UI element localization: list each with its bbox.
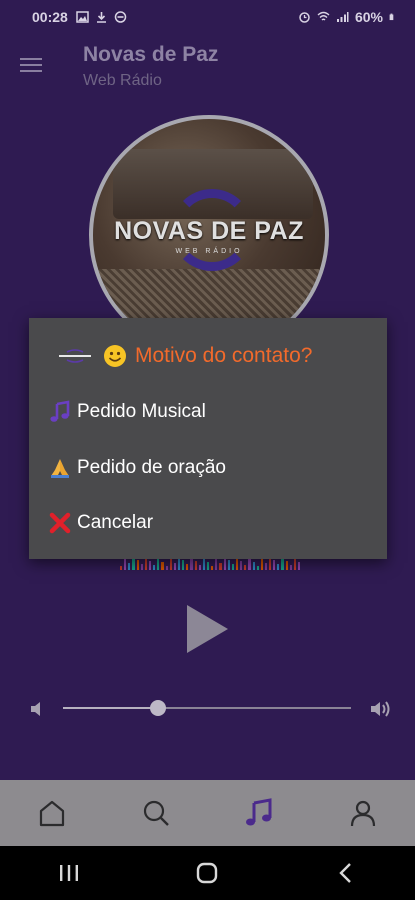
option-pedido-musical[interactable]: Pedido Musical <box>47 394 367 430</box>
nav-music[interactable] <box>208 780 312 846</box>
signal-icon <box>336 12 349 22</box>
app-screen: 00:28 60% Novas de Paz Web Rádio NOVAS D… <box>0 0 415 900</box>
visualizer-bar <box>194 561 197 570</box>
visualizer-bar <box>165 566 168 570</box>
wifi-icon <box>317 11 330 21</box>
smiley-icon <box>104 345 126 367</box>
alarm-icon <box>299 12 310 23</box>
battery-percent: 60% <box>354 9 383 25</box>
search-icon <box>143 800 169 826</box>
option-pedido-oracao[interactable]: Pedido de oração <box>47 450 367 486</box>
visualizer-bar <box>202 558 205 570</box>
system-navigation-bar <box>0 846 415 900</box>
visualizer-bar <box>273 560 276 570</box>
profile-icon <box>351 800 376 827</box>
gallery-icon <box>76 11 89 23</box>
visualizer-bar <box>215 559 218 570</box>
visualizer-bar <box>198 565 201 570</box>
back-button[interactable] <box>316 853 376 893</box>
visualizer-bar <box>277 564 280 570</box>
visualizer-bar <box>182 560 185 570</box>
red-x-icon <box>47 510 73 536</box>
option-label: Pedido de oração <box>77 457 226 478</box>
option-label: Pedido Musical <box>77 401 206 422</box>
visualizer-bar <box>128 563 131 570</box>
app-subtitle: Web Rádio <box>83 72 162 89</box>
visualizer-bar <box>173 563 176 570</box>
music-note-icon <box>47 399 73 425</box>
visualizer-bar <box>153 565 156 570</box>
status-bar: 00:28 60% <box>0 0 415 34</box>
visualizer-bar <box>231 564 234 570</box>
visualizer-bar <box>124 559 127 570</box>
visualizer-bar <box>211 566 214 570</box>
status-time: 00:28 <box>32 9 68 25</box>
music-icon <box>246 798 272 826</box>
visualizer-bar <box>256 566 259 570</box>
home-button[interactable] <box>177 853 237 893</box>
station-logo-icon <box>57 349 93 363</box>
visualizer-bar <box>289 565 292 570</box>
visualizer-bar <box>285 561 288 570</box>
volume-slider[interactable] <box>63 700 351 716</box>
dnd-icon <box>114 11 127 23</box>
app-title: Novas de Paz <box>83 43 219 66</box>
option-cancelar[interactable]: Cancelar <box>47 505 367 541</box>
visualizer-bar <box>186 564 189 570</box>
volume-slider-thumb[interactable] <box>150 700 167 716</box>
visualizer-bar <box>120 566 123 570</box>
recent-apps-icon <box>60 865 79 881</box>
volume-high-icon[interactable] <box>370 699 392 719</box>
battery-icon <box>389 13 394 21</box>
visualizer-bar <box>298 562 301 570</box>
cover-logo-text: NOVAS DE PAZ <box>114 217 304 245</box>
recent-apps-button[interactable] <box>39 853 99 893</box>
visualizer-bar <box>252 562 255 570</box>
contact-reason-dialog: Motivo do contato? Pedido Musical Pedido… <box>29 318 387 559</box>
visualizer-bar <box>264 563 268 570</box>
visualizer-bar <box>157 558 160 570</box>
visualizer-bar <box>240 561 243 570</box>
visualizer-bar <box>248 558 251 570</box>
play-button[interactable] <box>183 603 231 655</box>
visualizer-bar <box>227 560 230 570</box>
cover-logo-subtext: WEB RÁDIO <box>175 248 243 255</box>
visualizer-bar <box>169 559 172 570</box>
visualizer-bar <box>161 562 164 570</box>
download-icon <box>96 12 106 23</box>
back-icon <box>339 863 351 883</box>
visualizer-bar <box>136 560 139 570</box>
visualizer-bar <box>260 559 263 570</box>
bottom-navigation <box>0 780 415 846</box>
visualizer-bar <box>140 564 143 570</box>
home-circle-icon <box>197 862 218 884</box>
nav-home[interactable] <box>0 780 104 846</box>
volume-low-icon[interactable] <box>29 700 47 718</box>
home-icon <box>39 800 64 827</box>
visualizer-bar <box>219 563 222 570</box>
dialog-title: Motivo do contato? <box>57 341 312 371</box>
option-label: Cancelar <box>77 512 154 533</box>
visualizer-bar <box>293 558 297 570</box>
app-header: Novas de Paz Web Rádio <box>0 34 415 100</box>
visualizer-bar <box>244 565 247 570</box>
nav-search[interactable] <box>104 780 208 846</box>
visualizer-bar <box>148 561 152 570</box>
volume-control <box>0 690 415 730</box>
dialog-title-text: Motivo do contato? <box>135 344 313 367</box>
praying-hands-icon <box>47 455 73 481</box>
visualizer-bar <box>206 562 210 570</box>
menu-icon[interactable] <box>20 54 46 76</box>
nav-profile[interactable] <box>311 780 415 846</box>
